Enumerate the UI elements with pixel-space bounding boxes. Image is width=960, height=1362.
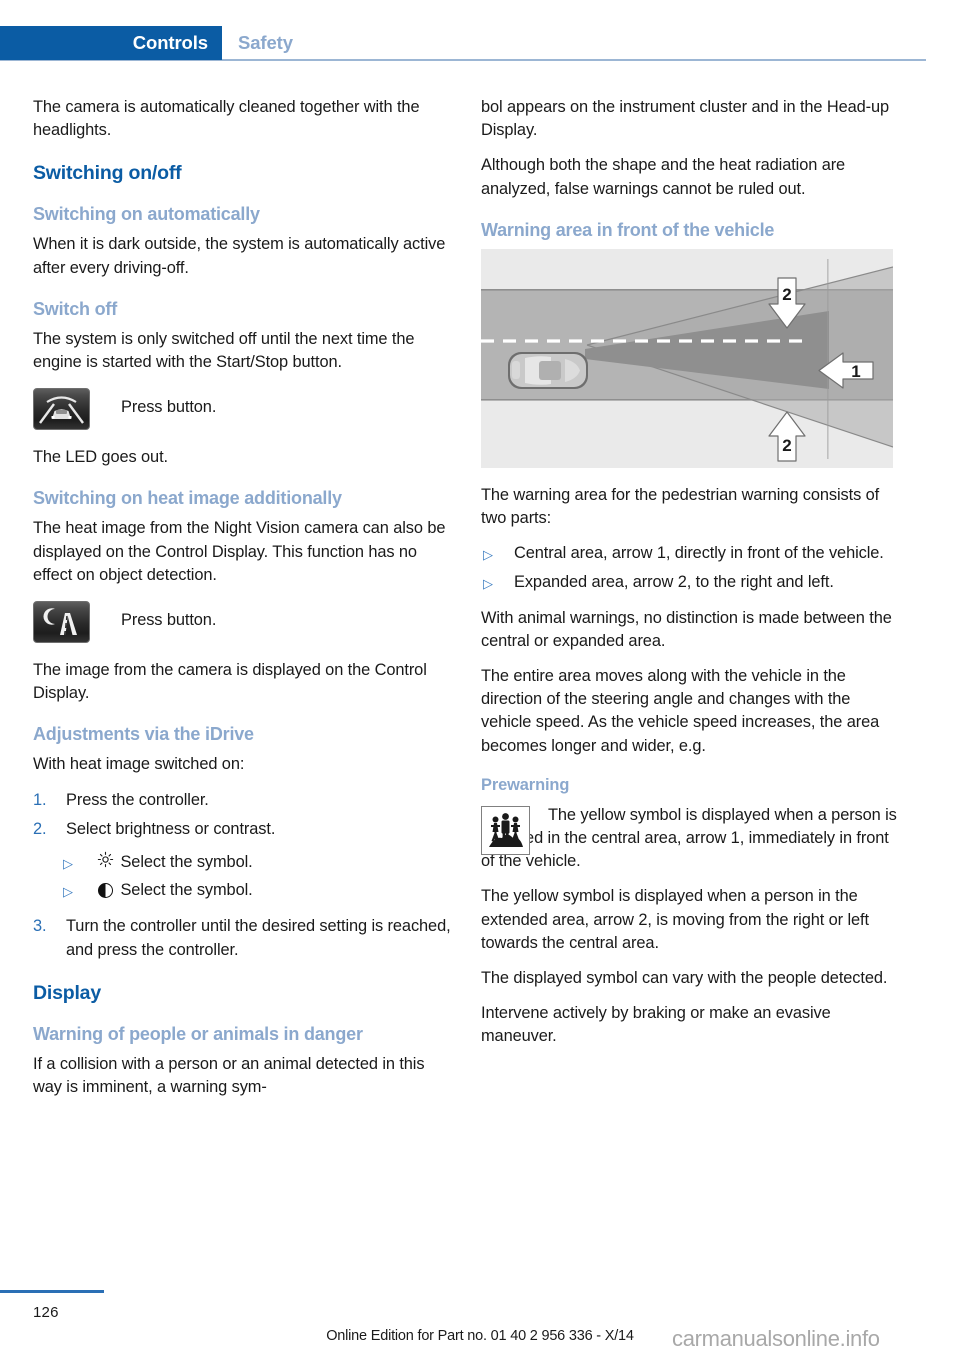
warning-area-diagram: 1 2 2 — [481, 248, 893, 468]
footer-divider — [0, 1290, 104, 1293]
watermark: carmanualsonline.info — [672, 1326, 880, 1351]
night-vision-car-beams-icon — [33, 388, 90, 431]
press-button-row-heat-image: Press button. — [33, 601, 451, 644]
paragraph-intervene: Intervene actively by braking or make an… — [481, 1004, 831, 1046]
prewarning-lead-text: The yellow symbol is displayed when a pe… — [481, 805, 897, 871]
triangle-bullet-icon: ▷ — [483, 576, 493, 592]
pedestrian-group-glyph — [489, 812, 523, 847]
tab-safety[interactable]: Safety — [238, 26, 293, 60]
night-vision-glyph — [39, 396, 84, 424]
list-item: 2. Select brightness or contrast. — [33, 818, 451, 841]
moon-road-glyph — [43, 608, 77, 636]
right-column: bol appears on the instrument cluster an… — [481, 96, 899, 1061]
paragraph-image-displayed: The image from the camera is displayed o… — [33, 661, 427, 703]
bullet-text: Central area, arrow 1, directly in front… — [514, 544, 884, 563]
diagram-illustration: 1 2 2 — [481, 248, 893, 468]
press-button-label-2: Press button. — [121, 611, 217, 630]
list-item: 1. Press the controller. — [33, 789, 451, 812]
paragraph-heat-image: The heat image from the Night Vision cam… — [33, 519, 446, 584]
step-text: Turn the controller until the desired se… — [66, 917, 451, 959]
triangle-bullet-icon: ▷ — [63, 884, 73, 900]
heading-switch-off: Switch off — [33, 298, 117, 319]
step-number: 1. — [33, 790, 47, 809]
idrive-steps-list-continued: 3. Turn the controller until the desired… — [33, 915, 451, 961]
left-column: The camera is automatically cleaned toge… — [33, 96, 451, 1111]
heading-display: Display — [33, 981, 101, 1004]
triangle-bullet-icon: ▷ — [483, 547, 493, 563]
list-item: ▷ Select the symbol. — [61, 851, 451, 875]
heading-adjustments-idrive: Adjustments via the iDrive — [33, 724, 254, 745]
paragraph-with-heat-image: With heat image switched on: — [33, 755, 245, 774]
paragraph-prewarning-extended: The yellow symbol is displayed when a pe… — [481, 887, 869, 952]
sun-glyph — [97, 851, 113, 868]
bullet-text: Select the symbol. — [120, 853, 253, 872]
paragraph-entire-area: The entire area moves along with the veh… — [481, 667, 880, 755]
pedestrian-group-warning-icon — [481, 805, 530, 855]
list-item: ▷ Select the symbol. — [61, 879, 451, 903]
paragraph-switching-on-automatically: When it is dark outside, the system is a… — [33, 235, 446, 277]
svg-text:2: 2 — [782, 285, 791, 304]
list-item: ▷ Expanded area, arrow 2, to the right a… — [481, 571, 899, 594]
list-item: ▷ Central area, arrow 1, directly in fro… — [481, 542, 899, 565]
page-number: 126 — [33, 1304, 59, 1321]
heading-switching-on-off: Switching on/off — [33, 162, 182, 185]
warning-area-bullets: ▷ Central area, arrow 1, directly in fro… — [481, 542, 899, 594]
prewarning-icon-block: The yellow symbol is displayed when a pe… — [481, 804, 899, 874]
bullet-text: Expanded area, arrow 2, to the right and… — [514, 573, 834, 592]
symbol-bullets-list: ▷ Select the symbol. ▷ Select the symbol… — [61, 851, 451, 903]
press-button-label-1: Press button. — [121, 398, 217, 417]
paragraph-camera-cleaning: The camera is automatically cleaned toge… — [33, 98, 420, 140]
triangle-bullet-icon: ▷ — [63, 856, 73, 872]
heading-warning-area-front: Warning area in front of the vehicle — [481, 219, 775, 240]
step-text: Press the controller. — [66, 790, 209, 809]
page-header: Controls Safety — [0, 26, 960, 61]
vehicle-top-view — [508, 351, 588, 389]
heading-warning-people-animals: Warning of people or animals in danger — [33, 1023, 363, 1044]
paragraph-animal-warnings: With animal warnings, no distinction is … — [481, 608, 892, 650]
brightness-sun-icon — [94, 851, 116, 875]
heading-prewarning: Prewarning — [481, 775, 570, 794]
paragraph-warning-area-parts: The warning area for the pedestrian warn… — [481, 485, 880, 528]
press-button-row-night-vision: Press button. — [33, 388, 451, 431]
moon-road-heat-image-icon — [33, 601, 90, 644]
paragraph-collision-warning: If a collision with a person or an anima… — [33, 1054, 425, 1097]
idrive-steps-list: 1. Press the controller. 2. Select brigh… — [33, 789, 451, 841]
tab-controls[interactable]: Controls — [0, 26, 222, 60]
paragraph-switch-off: The system is only switched off until th… — [33, 329, 415, 372]
step-number: 3. — [33, 917, 47, 936]
paragraph-led-goes-out: The LED goes out. — [33, 448, 168, 467]
paragraph-symbol-varies: The displayed symbol can vary with the p… — [481, 969, 888, 988]
step-number: 2. — [33, 819, 47, 838]
paragraph-continued-instrument-cluster: bol appears on the instrument cluster an… — [481, 98, 890, 140]
paragraph-prewarning-central: The yellow symbol is displayed when a pe… — [481, 804, 899, 874]
bullet-text: Select the symbol. — [120, 881, 253, 900]
list-item: 3. Turn the controller until the desired… — [33, 915, 451, 961]
svg-text:2: 2 — [782, 436, 791, 455]
heading-switching-on-automatically: Switching on automatically — [33, 204, 260, 225]
contrast-half-circle-icon — [94, 880, 116, 903]
svg-text:1: 1 — [851, 362, 860, 381]
step-text: Select brightness or contrast. — [66, 819, 276, 838]
heading-heat-image-additionally: Switching on heat image additionally — [33, 488, 342, 509]
paragraph-false-warnings: Although both the shape and the heat rad… — [481, 156, 846, 198]
